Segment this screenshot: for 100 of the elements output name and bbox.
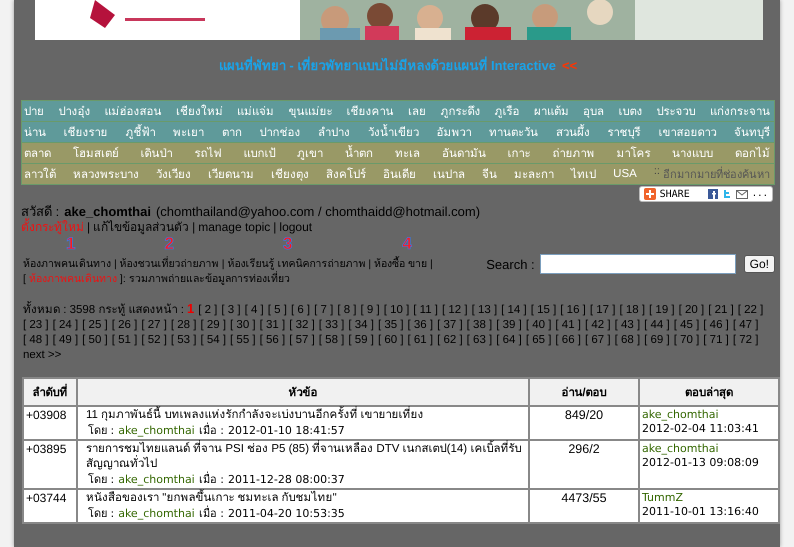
nav-link[interactable]: ถ่ายภาพ <box>552 144 594 162</box>
page-link[interactable]: [ 55 ] <box>230 333 256 348</box>
user-link[interactable]: logout <box>279 220 312 235</box>
page-link[interactable]: [ 12 ] <box>442 303 468 318</box>
page-link[interactable]: [ 21 ] <box>708 303 734 318</box>
author-link[interactable]: ake_chomthai <box>642 442 776 456</box>
nav-link[interactable]: มาโคร <box>616 144 650 162</box>
page-link[interactable]: [ 4 ] <box>244 303 264 318</box>
nav-link[interactable]: เวียดนาม <box>208 165 254 183</box>
page-link[interactable]: [ 72 ] <box>732 333 758 348</box>
page-link[interactable]: [ 38 ] <box>466 318 492 333</box>
page-link[interactable]: [ 64 ] <box>496 333 522 348</box>
author-link[interactable]: ake_chomthai <box>642 408 776 422</box>
page-link[interactable]: [ 35 ] <box>378 318 404 333</box>
page-link[interactable]: [ 57 ] <box>289 333 315 348</box>
nav-link[interactable]: วังน้ำเขียว <box>368 123 419 141</box>
nav-link[interactable]: เกาะ <box>508 144 531 162</box>
page-link[interactable]: [ 68 ] <box>614 333 640 348</box>
page-link[interactable]: [ 39 ] <box>496 318 522 333</box>
room-link[interactable]: ห้องซื้อ ขาย <box>374 257 428 272</box>
page-link[interactable]: [ 6 ] <box>290 303 310 318</box>
nav-link[interactable]: รถไฟ <box>194 144 222 162</box>
nav-link[interactable]: เนปาล <box>433 165 466 183</box>
next-link[interactable]: next >> <box>23 348 62 363</box>
nav-link[interactable]: ดอกไม้ <box>734 144 770 162</box>
nav-link[interactable]: ปาย <box>24 102 44 120</box>
page-link[interactable]: [ 5 ] <box>268 303 287 318</box>
page-link[interactable]: [ 40 ] <box>526 318 552 333</box>
page-link[interactable]: [ 69 ] <box>644 333 670 348</box>
nav-link[interactable]: น้ำตก <box>345 144 374 162</box>
nav-link[interactable]: โฮมสเตย์ <box>72 144 119 162</box>
user-link[interactable]: แก้ไขข้อมูลส่วนตัว <box>93 220 190 235</box>
page-link[interactable]: [ 45 ] <box>674 318 700 333</box>
page-link[interactable]: [ 49 ] <box>52 333 78 348</box>
page-link[interactable]: [ 2 ] <box>198 303 218 318</box>
page-link[interactable]: [ 60 ] <box>378 333 404 348</box>
author-link[interactable]: TummZ <box>642 491 776 505</box>
page-link[interactable]: [ 53 ] <box>170 333 196 348</box>
nav-link[interactable]: มะละกา <box>514 165 554 183</box>
page-link[interactable]: [ 48 ] <box>23 333 49 348</box>
page-link[interactable]: [ 18 ] <box>619 303 646 318</box>
page-link[interactable]: [ 37 ] <box>437 318 463 333</box>
page-link[interactable]: [ 9 ] <box>360 303 380 318</box>
nav-link[interactable]: จันทบุรี <box>734 123 770 141</box>
page-link[interactable]: [ 51 ] <box>112 333 138 348</box>
nav-link[interactable]: อินเดีย <box>383 165 416 183</box>
nav-link[interactable]: เชียงคาน <box>346 102 394 120</box>
page-link[interactable]: [ 63 ] <box>466 333 492 348</box>
page-link[interactable]: [ 56 ] <box>260 333 286 348</box>
page-link[interactable]: [ 27 ] <box>141 318 167 333</box>
nav-link[interactable]: อันดามัน <box>442 144 486 162</box>
nav-link[interactable]: สวนผึ้ง <box>556 123 590 141</box>
nav-link[interactable]: ภูชี้ฟ้า <box>125 123 156 141</box>
page-link[interactable]: [ 15 ] <box>530 303 556 318</box>
nav-link[interactable]: หลวงพระบาง <box>73 165 140 183</box>
more-link[interactable]: อีกมากมายที่ช่องค้นหา <box>662 165 770 183</box>
page-link[interactable]: [ 8 ] <box>337 303 356 318</box>
page-link[interactable]: [ 70 ] <box>674 333 700 348</box>
nav-link[interactable]: แบกเป้ <box>243 144 276 162</box>
page-link[interactable]: [ 58 ] <box>318 333 344 348</box>
nav-link[interactable]: พะเยา <box>173 123 204 141</box>
page-link[interactable]: [ 16 ] <box>560 303 586 318</box>
nav-link[interactable]: เขาสอยดาว <box>658 123 716 141</box>
nav-link[interactable]: จีน <box>482 165 498 183</box>
nav-link[interactable]: ขุนแม่ยะ <box>288 102 332 120</box>
map-link[interactable]: แผนที่พัทยา - เที่ยวพัทยาแบบไม่มีหลงด้วยแผนที่ Interactive <box>218 58 556 73</box>
page-link[interactable]: [ 59 ] <box>348 333 374 348</box>
room-link[interactable]: ห้องชวนเที่ยวถ่ายภาพ <box>120 257 219 272</box>
page-link[interactable]: [ 31 ] <box>260 318 286 333</box>
nav-link[interactable]: ทะเล <box>394 144 420 162</box>
page-link[interactable]: [ 30 ] <box>230 318 256 333</box>
nav-link[interactable]: ลำปาง <box>318 123 350 141</box>
nav-link[interactable]: เชียงราย <box>64 123 108 141</box>
nav-link[interactable]: อัมพวา <box>436 123 472 141</box>
page-link[interactable]: [ 54 ] <box>200 333 226 348</box>
nav-link[interactable]: ภูเขา <box>297 144 324 162</box>
nav-link[interactable]: ไทเป <box>571 165 596 183</box>
nav-link[interactable]: ผาแต้ม <box>534 102 569 120</box>
nav-link[interactable]: ตาก <box>222 123 242 141</box>
nav-link[interactable]: ราชบุรี <box>608 123 641 141</box>
page-link[interactable]: [ 29 ] <box>200 318 226 333</box>
page-link[interactable]: [ 42 ] <box>584 318 611 333</box>
nav-link[interactable]: เลย <box>408 102 426 120</box>
nav-link[interactable]: วังเวียง <box>156 165 192 183</box>
page-link[interactable]: [ 41 ] <box>555 318 581 333</box>
page-link[interactable]: [ 28 ] <box>170 318 196 333</box>
search-field[interactable] <box>540 254 736 274</box>
page-link[interactable]: [ 11 ] <box>413 303 438 318</box>
page-link[interactable]: [ 19 ] <box>649 303 675 318</box>
nav-link[interactable]: ตลาด <box>24 144 51 162</box>
page-link[interactable]: [ 13 ] <box>472 303 498 318</box>
page-link[interactable]: [ 65 ] <box>526 333 552 348</box>
nav-link[interactable]: ปางอุ๋ง <box>58 102 90 120</box>
page-link[interactable]: [ 17 ] <box>590 303 616 318</box>
nav-link[interactable]: ปากช่อง <box>259 123 300 141</box>
nav-link[interactable]: สิงคโปร์ <box>326 165 366 183</box>
page-link[interactable]: [ 32 ] <box>289 318 315 333</box>
page-link[interactable]: [ 7 ] <box>314 303 334 318</box>
page-link[interactable]: [ 44 ] <box>644 318 670 333</box>
nav-link[interactable]: USA <box>613 168 637 180</box>
